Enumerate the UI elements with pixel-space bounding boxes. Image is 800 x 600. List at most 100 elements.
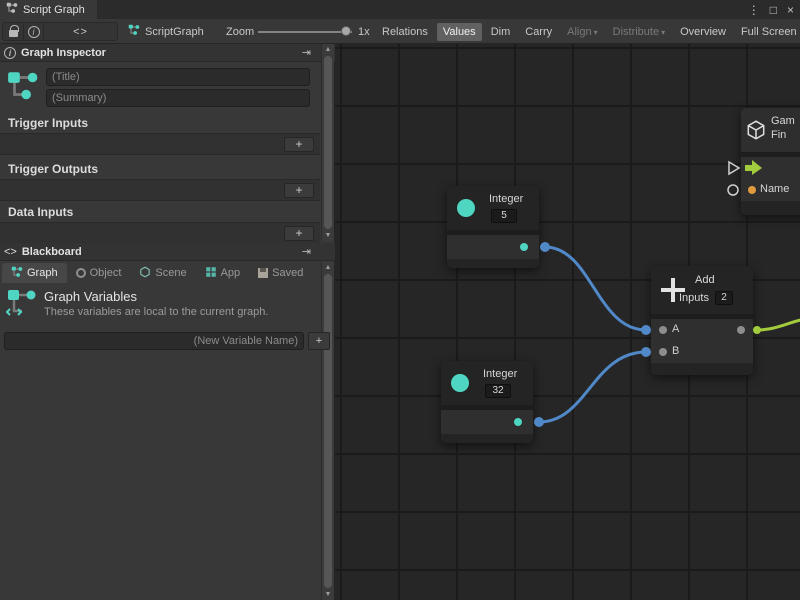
- full-screen-button[interactable]: Full Screen: [735, 23, 800, 41]
- node-title: Integer: [489, 193, 523, 205]
- lock-icon: [9, 30, 18, 37]
- node-footer: [651, 363, 753, 375]
- window-maximize-icon[interactable]: □: [770, 3, 777, 17]
- wire-endpoint: [753, 326, 761, 334]
- graph-summary-input[interactable]: [46, 89, 310, 107]
- trigger-inputs-add-button[interactable]: +: [284, 137, 314, 152]
- scroll-down-icon[interactable]: ▼: [322, 589, 334, 600]
- port-row-a: A: [651, 319, 753, 341]
- node-gameobject-find[interactable]: Gam Fin Name: [741, 108, 800, 215]
- wire-endpoint: [534, 417, 544, 427]
- values-button[interactable]: Values: [437, 23, 482, 41]
- wire-endpoint: [641, 325, 651, 335]
- toolbar-buttons: Relations Values Dim Carry Align▾ Distri…: [376, 22, 800, 41]
- graph-title-input[interactable]: [46, 68, 310, 86]
- data-inputs-list: +: [0, 222, 320, 244]
- chevron-down-icon: ▾: [661, 28, 665, 37]
- node-integer-2[interactable]: Integer 32: [441, 361, 533, 443]
- graph-asset-icon: [128, 24, 140, 39]
- scrollbar-thumb[interactable]: [324, 274, 332, 588]
- trigger-inputs-label: Trigger Inputs: [8, 116, 88, 130]
- name-input-port[interactable]: [748, 186, 756, 194]
- graph-inspector-title: Graph Inspector: [21, 47, 106, 59]
- scroll-up-icon[interactable]: ▲: [322, 262, 334, 273]
- input-port-b[interactable]: [659, 348, 667, 356]
- scroll-up-icon[interactable]: ▲: [322, 44, 334, 55]
- script-graph-tab-icon: [6, 2, 18, 17]
- tab-script-graph[interactable]: Script Graph: [0, 0, 97, 19]
- integer-value-field[interactable]: 5: [491, 209, 517, 223]
- output-port-sum[interactable]: [737, 326, 745, 334]
- trigger-outputs-list: +: [0, 179, 320, 201]
- output-port[interactable]: [514, 418, 522, 426]
- node-header: Integer 32: [441, 361, 533, 405]
- wire-add-output: [757, 320, 800, 330]
- new-variable-input[interactable]: [4, 332, 304, 350]
- graph-inspector-header: i Graph Inspector ⇥: [0, 44, 335, 62]
- inputs-count-field[interactable]: 2: [715, 291, 733, 305]
- data-inputs-add-button[interactable]: +: [284, 226, 314, 241]
- port-label-a: A: [672, 323, 679, 335]
- trigger-outputs-add-button[interactable]: +: [284, 183, 314, 198]
- trigger-outputs-label: Trigger Outputs: [8, 162, 98, 176]
- node-integer-1[interactable]: Integer 5: [447, 186, 539, 268]
- align-button[interactable]: Align▾: [561, 23, 603, 41]
- zoom-label: Zoom: [226, 26, 254, 38]
- integer-value-field[interactable]: 32: [485, 384, 511, 398]
- titlebar: Script Graph ⋮ □ ×: [0, 0, 800, 19]
- lock-button[interactable]: [3, 23, 23, 40]
- relations-button[interactable]: Relations: [376, 23, 434, 41]
- input-port-a[interactable]: [659, 326, 667, 334]
- wire-endpoint: [540, 242, 550, 252]
- tab-title: Script Graph: [23, 4, 85, 16]
- tab-app[interactable]: App: [196, 263, 250, 283]
- dock-icon[interactable]: ⇥: [302, 46, 311, 59]
- tab-object[interactable]: Object: [67, 263, 131, 283]
- graph-variables-title: Graph Variables: [44, 289, 137, 304]
- tab-graph[interactable]: Graph: [2, 263, 67, 283]
- tab-saved[interactable]: Saved: [249, 263, 312, 283]
- window-close-icon[interactable]: ×: [787, 3, 794, 17]
- graph-variables-subtitle: These variables are local to the current…: [44, 306, 268, 318]
- scrollbar-thumb[interactable]: [324, 56, 332, 229]
- graph-tab-icon: [11, 266, 23, 281]
- window-menu-icon[interactable]: ⋮: [748, 3, 760, 17]
- zoom-slider[interactable]: [258, 22, 352, 41]
- wire-int32-to-b: [539, 352, 646, 422]
- trigger-inputs-list: +: [0, 133, 320, 155]
- carry-button[interactable]: Carry: [519, 23, 558, 41]
- inspector-scrollbar[interactable]: ▲ ▼: [321, 44, 334, 241]
- edit-source-button[interactable]: <>: [43, 23, 117, 40]
- chevron-down-icon: ▾: [594, 28, 598, 37]
- value-input-port-icon: [728, 185, 738, 195]
- scroll-down-icon[interactable]: ▼: [322, 230, 334, 241]
- inspect-button[interactable]: i: [23, 23, 43, 40]
- graph-icon: [6, 68, 40, 107]
- port-label-name: Name: [760, 183, 789, 195]
- new-variable-add-button[interactable]: +: [308, 332, 330, 350]
- wire-endpoint: [641, 347, 651, 357]
- dock-icon[interactable]: ⇥: [302, 245, 311, 258]
- scene-tab-icon: [139, 266, 151, 281]
- dim-button[interactable]: Dim: [485, 23, 517, 41]
- script-graph-window: Script Graph ⋮ □ × i <> ScriptGraph Zoom…: [0, 0, 800, 600]
- output-port[interactable]: [520, 243, 528, 251]
- node-title-line1: Gam: [771, 115, 795, 127]
- blackboard-icon: <>: [4, 246, 17, 258]
- blackboard-scrollbar[interactable]: ▲ ▼: [321, 262, 334, 600]
- node-add[interactable]: Add Inputs 2 A B: [651, 266, 753, 375]
- app-tab-icon: [205, 266, 217, 281]
- node-header: Add Inputs 2: [651, 266, 753, 314]
- flow-port-row: [741, 157, 800, 179]
- node-title: Integer: [483, 368, 517, 380]
- distribute-button[interactable]: Distribute▾: [607, 23, 671, 41]
- graph-breadcrumb[interactable]: ScriptGraph: [128, 22, 204, 41]
- zoom-value: 1x: [358, 26, 370, 38]
- graph-canvas[interactable]: Integer 5 Integer 32: [335, 44, 800, 600]
- node-header: Integer 5: [447, 186, 539, 230]
- overview-button[interactable]: Overview: [674, 23, 732, 41]
- tab-scene[interactable]: Scene: [130, 263, 195, 283]
- node-footer: [441, 434, 533, 443]
- zoom-slider-knob[interactable]: [341, 26, 351, 36]
- window-controls: ⋮ □ ×: [748, 0, 794, 19]
